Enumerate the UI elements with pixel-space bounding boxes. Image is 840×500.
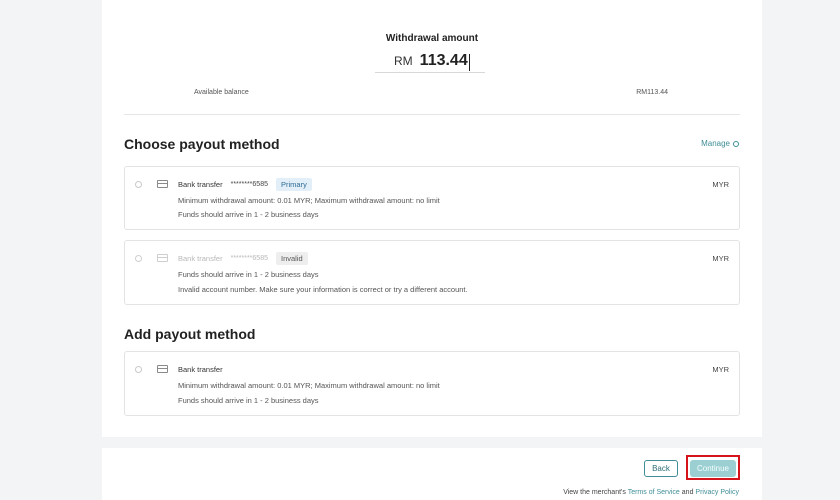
payout-currency: MYR bbox=[712, 365, 729, 374]
account-number: ********6585 bbox=[230, 181, 268, 188]
bank-card-icon bbox=[157, 365, 168, 373]
payout-method-name: Bank transfer bbox=[178, 365, 223, 374]
available-balance-value: RM113.44 bbox=[636, 89, 668, 96]
invalid-account-message: Invalid account number. Make sure your i… bbox=[178, 285, 468, 294]
privacy-policy-link[interactable]: Privacy Policy bbox=[695, 489, 739, 496]
withdrawal-panel: Withdrawal amount RM 113.44 Available ba… bbox=[102, 0, 762, 437]
text-caret bbox=[468, 53, 470, 71]
continue-button[interactable]: Continue bbox=[690, 460, 736, 477]
manage-label: Manage bbox=[701, 139, 730, 148]
currency-prefix: RM bbox=[394, 54, 413, 68]
terms-of-service-link[interactable]: Terms of Service bbox=[628, 489, 680, 496]
withdrawal-amount-title: Withdrawal amount bbox=[385, 33, 479, 44]
manage-link[interactable]: Manage bbox=[701, 139, 739, 148]
legal-and: and bbox=[681, 489, 694, 496]
divider bbox=[124, 114, 740, 115]
payout-currency: MYR bbox=[712, 180, 729, 189]
account-number: ********6585 bbox=[230, 255, 268, 262]
radio-button[interactable] bbox=[135, 181, 142, 188]
legal-text: View the merchant's Terms of Service and… bbox=[563, 489, 739, 496]
amount-underline bbox=[375, 72, 485, 73]
footer: Back Continue View the merchant's Terms … bbox=[102, 448, 762, 500]
payout-method-detail: Minimum withdrawal amount: 0.01 MYR; Max… bbox=[178, 196, 440, 205]
available-balance-label: Available balance bbox=[194, 89, 249, 96]
add-payout-title: Add payout method bbox=[124, 326, 256, 342]
payout-method-header: Bank transfer ********6585 Primary bbox=[178, 178, 312, 191]
bank-card-icon bbox=[157, 254, 168, 262]
payout-method-detail: Funds should arrive in 1 - 2 business da… bbox=[178, 396, 319, 405]
legal-prefix: View the merchant's bbox=[563, 489, 626, 496]
payout-currency: MYR bbox=[712, 254, 729, 263]
payout-method-card-invalid: Bank transfer ********6585 Invalid Funds… bbox=[124, 240, 740, 305]
add-payout-method-card[interactable]: Bank transfer Minimum withdrawal amount:… bbox=[124, 351, 740, 416]
gear-icon bbox=[733, 140, 739, 147]
payout-method-detail: Funds should arrive in 1 - 2 business da… bbox=[178, 270, 319, 279]
primary-badge: Primary bbox=[275, 178, 312, 191]
choose-payout-title: Choose payout method bbox=[124, 136, 280, 152]
payout-method-name: Bank transfer bbox=[178, 180, 223, 189]
payout-method-header: Bank transfer ********6585 Invalid bbox=[178, 252, 308, 265]
payout-method-detail: Minimum withdrawal amount: 0.01 MYR; Max… bbox=[178, 381, 440, 390]
payout-method-header: Bank transfer bbox=[178, 365, 223, 374]
radio-button[interactable] bbox=[135, 366, 142, 373]
payout-method-name: Bank transfer bbox=[178, 254, 223, 263]
withdrawal-amount-input[interactable]: RM 113.44 bbox=[394, 52, 470, 72]
payout-method-card[interactable]: Bank transfer ********6585 Primary Minim… bbox=[124, 166, 740, 230]
radio-button bbox=[135, 255, 142, 262]
amount-value: 113.44 bbox=[419, 52, 468, 69]
bank-card-icon bbox=[157, 180, 168, 188]
payout-method-detail: Funds should arrive in 1 - 2 business da… bbox=[178, 210, 319, 219]
back-button[interactable]: Back bbox=[644, 460, 678, 477]
invalid-badge: Invalid bbox=[275, 252, 308, 265]
